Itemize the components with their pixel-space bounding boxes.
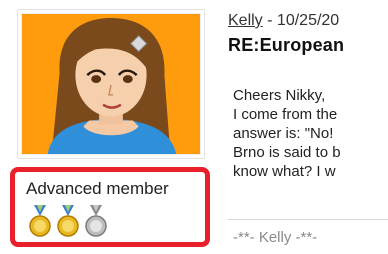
post-body: Cheers Nikky, I come from the answer is:…	[233, 86, 388, 181]
post-body-line: Cheers Nikky,	[233, 87, 326, 104]
medal-list	[29, 205, 107, 237]
gold-medal-icon	[29, 205, 51, 237]
post-body-line: Brno is said to b	[233, 144, 341, 161]
forum-post: Advanced member Kelly - 10/25/20 RE:Euro…	[0, 0, 388, 254]
meta-separator: -	[267, 12, 273, 29]
avatar-image	[21, 13, 201, 155]
post-body-line: know what? I w	[233, 163, 336, 180]
author-link[interactable]: Kelly	[228, 12, 263, 29]
avatar-cartoon-girl	[22, 14, 200, 154]
member-rank: Advanced member	[26, 179, 169, 198]
post-meta: Kelly - 10/25/20	[228, 12, 339, 30]
silver-medal-icon	[85, 205, 107, 237]
post-body-line: I come from the	[233, 106, 338, 123]
gold-medal-icon	[57, 205, 79, 237]
post-body-line: answer is: "No!	[233, 125, 334, 142]
post-date: 10/25/20	[276, 12, 340, 29]
post-title: RE:European	[228, 35, 345, 55]
avatar[interactable]	[17, 9, 205, 159]
post-signature: -**- Kelly -**-	[233, 229, 318, 246]
rank-highlight-box: Advanced member	[10, 167, 210, 247]
signature-divider	[228, 219, 388, 220]
